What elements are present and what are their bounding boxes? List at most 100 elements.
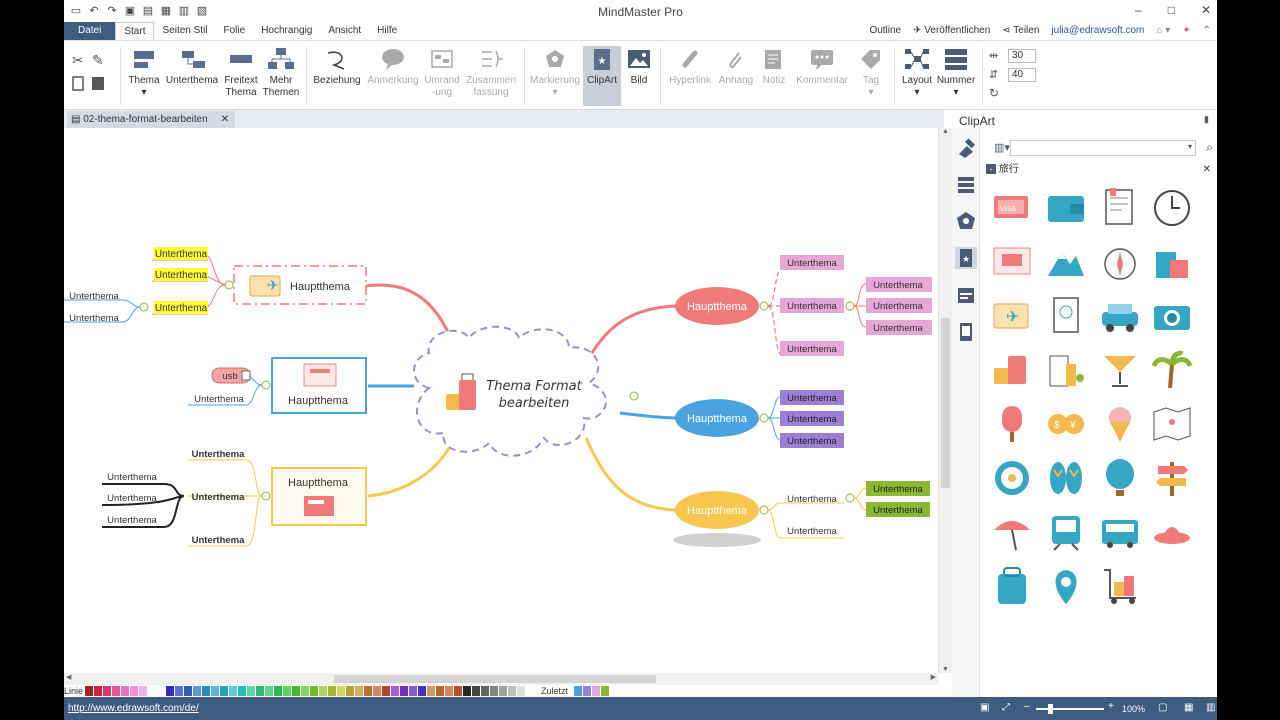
color-swatch[interactable]: [355, 686, 364, 696]
undo-icon[interactable]: ↶: [88, 5, 100, 17]
slides-panel-icon[interactable]: [955, 321, 977, 343]
color-swatch[interactable]: [247, 686, 256, 696]
left3-child-2-label[interactable]: Unterthema: [107, 493, 157, 504]
category-expand-icon[interactable]: -: [986, 164, 996, 174]
clock-clipart[interactable]: [1152, 188, 1192, 228]
color-swatch[interactable]: [166, 686, 175, 696]
collapse-icon[interactable]: [629, 391, 639, 401]
subtopic-button[interactable]: Unterthema: [164, 47, 220, 87]
color-swatch[interactable]: [238, 686, 247, 696]
zoom-in-icon[interactable]: +: [1108, 701, 1114, 712]
document-clipart[interactable]: [1100, 188, 1140, 228]
fullscreen-icon[interactable]: ⤢: [1002, 702, 1010, 713]
collapse-icon[interactable]: [845, 493, 855, 503]
recent-swatch[interactable]: [592, 686, 601, 696]
camera-clipart[interactable]: [1152, 296, 1192, 336]
more-topics-button[interactable]: Mehr Themen: [262, 47, 300, 99]
ticket-clipart[interactable]: [992, 242, 1032, 282]
color-swatch[interactable]: [373, 686, 382, 696]
left3-child-3-label[interactable]: Unterthema: [107, 515, 157, 526]
compass-clipart[interactable]: [1100, 242, 1140, 282]
new-file-icon[interactable]: ▭: [70, 5, 82, 17]
settings-icon[interactable]: ⌂ ▾: [1156, 22, 1170, 40]
color-swatch[interactable]: [130, 686, 139, 696]
color-swatch[interactable]: [283, 686, 292, 696]
outline-button[interactable]: Outline: [869, 22, 901, 40]
reset-icon[interactable]: ↻: [989, 86, 999, 100]
color-swatch[interactable]: [463, 686, 472, 696]
share-button[interactable]: ⋖ Teilen: [1002, 22, 1039, 40]
color-swatch[interactable]: [265, 686, 274, 696]
color-swatch[interactable]: [103, 686, 112, 696]
collapse-icon[interactable]: [261, 380, 271, 390]
train-clipart[interactable]: [1046, 512, 1086, 552]
hyperlink-button[interactable]: Hyperlink: [666, 47, 714, 87]
popsicle-clipart[interactable]: [992, 404, 1032, 444]
left3-subtopic-2-label[interactable]: Unterthema: [192, 492, 246, 503]
publish-button[interactable]: ✈ Veröffentlichen: [913, 22, 990, 40]
location-pin-clipart[interactable]: [1046, 566, 1086, 606]
mindmap-canvas[interactable]: Thema Format bearbeiten ✈ Hauptthema Unt…: [64, 128, 938, 673]
color-swatch[interactable]: [427, 686, 436, 696]
color-swatch[interactable]: [193, 686, 202, 696]
color-swatch[interactable]: [328, 686, 337, 696]
format-brush-icon[interactable]: [955, 136, 977, 158]
tab-slide[interactable]: Folie: [216, 22, 254, 40]
tab-view[interactable]: Ansicht: [320, 22, 369, 40]
apps-icon[interactable]: ✦: [1182, 22, 1190, 40]
pin-icon[interactable]: ▮: [1204, 114, 1209, 125]
layout-button[interactable]: Layout ▾: [900, 47, 934, 99]
vertical-scroll-thumb[interactable]: [941, 318, 950, 488]
color-swatch[interactable]: [436, 686, 445, 696]
beach-umbrella-clipart[interactable]: [992, 512, 1032, 552]
attachment-button[interactable]: Anhang: [716, 47, 756, 87]
numbering-button[interactable]: Nummer ▾: [936, 47, 976, 99]
collapse-icon[interactable]: [845, 301, 855, 311]
color-swatch[interactable]: [274, 686, 283, 696]
new-icon[interactable]: ▣: [124, 5, 136, 17]
comment-button[interactable]: Kommentar: [794, 47, 850, 87]
color-swatch[interactable]: [382, 686, 391, 696]
collapse-icon[interactable]: [224, 280, 234, 290]
color-swatch[interactable]: [490, 686, 499, 696]
currency-exchange-clipart[interactable]: $ ¥: [1046, 404, 1086, 444]
bus-clipart[interactable]: [1100, 512, 1140, 552]
palm-tree-clipart[interactable]: [1152, 350, 1192, 390]
color-swatch[interactable]: [211, 686, 220, 696]
search-icon[interactable]: ⌕: [1206, 140, 1213, 155]
clipart-panel-icon[interactable]: ★: [954, 247, 977, 269]
left3-subtopic-3-label[interactable]: Unterthema: [192, 535, 246, 546]
document-tab[interactable]: ▤ 02-thema-format-bearbeiten ✕: [67, 111, 235, 128]
fit-width-icon[interactable]: ▢: [1158, 702, 1167, 713]
topic-button[interactable]: Thema ▾: [128, 47, 160, 99]
credit-card-clipart[interactable]: VISA: [992, 188, 1032, 228]
color-swatch[interactable]: [94, 686, 103, 696]
backpack-clipart[interactable]: [992, 566, 1032, 606]
color-swatch[interactable]: [202, 686, 211, 696]
color-swatch[interactable]: [319, 686, 328, 696]
passport-clipart[interactable]: [1046, 296, 1086, 336]
color-swatch[interactable]: [418, 686, 427, 696]
save-icon[interactable]: ▦: [160, 5, 172, 17]
clipboard-icons[interactable]: ✂ ✎: [70, 51, 110, 99]
left3-child-1-label[interactable]: Unterthema: [107, 472, 157, 483]
tab-advanced[interactable]: Hochrangig: [253, 22, 320, 40]
left2-subtopic-label[interactable]: Unterthema: [194, 394, 244, 405]
color-swatch[interactable]: [400, 686, 409, 696]
color-swatch[interactable]: [229, 686, 238, 696]
recent-swatch[interactable]: [601, 686, 610, 696]
color-swatch[interactable]: [139, 686, 148, 696]
color-swatch[interactable]: [112, 686, 121, 696]
grid-icon[interactable]: ▦: [1184, 702, 1193, 713]
marker-button[interactable]: Markierung ▾: [528, 47, 582, 99]
tab-page-style[interactable]: Seiten Stil: [154, 22, 215, 40]
boarding-pass-clipart[interactable]: ✈: [992, 296, 1032, 336]
color-swatch[interactable]: [310, 686, 319, 696]
ice-cream-clipart[interactable]: [1100, 404, 1140, 444]
color-swatch[interactable]: [157, 686, 166, 696]
user-account[interactable]: julia@edrawsoft.com: [1051, 22, 1144, 40]
breakfast-plate-clipart[interactable]: [992, 458, 1032, 498]
zoom-slider-thumb[interactable]: [1048, 704, 1053, 714]
color-swatch[interactable]: [121, 686, 130, 696]
image-button[interactable]: Bild: [624, 47, 654, 87]
